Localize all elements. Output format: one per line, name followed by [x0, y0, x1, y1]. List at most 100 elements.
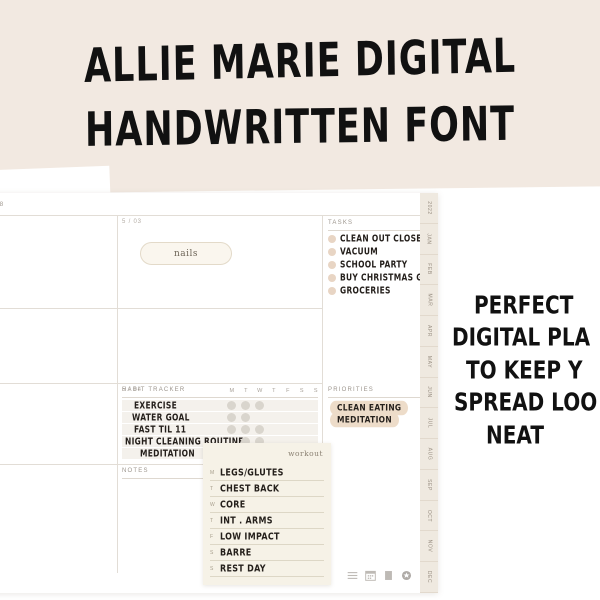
day-event-bubble[interactable]: nails	[140, 242, 232, 265]
day-cell-date: 5 / 03	[122, 219, 142, 225]
task-item[interactable]: SCHOOL PARTY	[328, 259, 408, 270]
habit-tracker-label: HABIT TRACKER	[122, 387, 186, 393]
workout-day: S	[210, 549, 214, 556]
task-label: CLEAN OUT CLOSETS	[340, 232, 433, 245]
promo-line-3: TO KEEP Y	[466, 354, 583, 385]
tasks-label: TASKS	[328, 220, 354, 226]
task-checkbox[interactable]	[328, 260, 336, 269]
promo-line-2: DIGITAL PLA	[452, 322, 591, 353]
month-tab-label: APR	[426, 324, 432, 337]
month-tab-jun[interactable]: JUN	[420, 378, 438, 409]
month-tab-label: NOV	[425, 539, 432, 553]
workout-text: LOW IMPACT	[220, 530, 280, 543]
habit-dot[interactable]	[227, 425, 236, 434]
month-tab-jan[interactable]: JAN	[420, 224, 438, 255]
month-tab-label: JUN	[426, 386, 432, 399]
workout-row[interactable]: M LEGS/GLUTES	[210, 465, 324, 481]
grid-rule	[117, 383, 322, 384]
month-tab-label: 2022	[426, 201, 432, 215]
planner-header: MBER 2022 WEEK 48	[0, 193, 438, 215]
task-item[interactable]: CLEAN OUT CLOSETS	[328, 232, 433, 245]
sticker-icon[interactable]	[401, 570, 412, 581]
habit-day-header: T	[244, 388, 248, 394]
month-tab-label: AUG	[425, 447, 432, 461]
month-tab-label: MAY	[425, 355, 432, 368]
habit-row[interactable]: WATER GOAL	[122, 412, 318, 423]
habit-day-header: S	[313, 388, 319, 394]
habit-dot[interactable]	[255, 425, 264, 434]
month-tab-label: OCT	[425, 509, 432, 522]
habit-dot[interactable]	[227, 401, 236, 410]
habit-day-header: M	[229, 388, 235, 394]
headline-line-2: HANDWRITTEN FONT	[84, 97, 516, 159]
habit-dot[interactable]	[241, 401, 250, 410]
workout-text: REST DAY	[220, 562, 266, 575]
workout-day: W	[210, 501, 215, 508]
habit-row[interactable]: EXERCISE	[122, 400, 318, 411]
month-tab-label: SEP	[426, 478, 432, 491]
month-tab-aug[interactable]: AUG	[420, 439, 438, 470]
month-tab-oct[interactable]: OCT	[420, 501, 438, 532]
month-tab-label: MAR	[425, 293, 432, 307]
workout-text: CHEST BACK	[220, 482, 280, 495]
month-tab-mar[interactable]: MAR	[420, 285, 438, 317]
workout-row[interactable]: T CHEST BACK	[210, 481, 324, 497]
month-tab-label: DEC	[425, 570, 432, 584]
habit-tracker-rule	[122, 397, 318, 398]
grid-rule	[0, 308, 322, 309]
grid-rule	[0, 215, 438, 216]
workout-sticky-note[interactable]: workout M LEGS/GLUTES T CHEST BACK W COR…	[203, 443, 331, 585]
month-tab-may[interactable]: MAY	[420, 347, 438, 378]
day-event-label: nails	[173, 248, 199, 259]
task-item[interactable]: GROCERIES	[328, 285, 391, 296]
habit-name: WATER GOAL	[132, 411, 190, 424]
priorities-label: PRIORITIES	[328, 387, 375, 393]
habit-day-header: S	[299, 388, 305, 394]
habit-dot[interactable]	[241, 425, 250, 434]
month-tab-feb[interactable]: FEB	[420, 255, 438, 286]
task-checkbox[interactable]	[328, 286, 336, 295]
habit-day-headers: M T W T F S S	[225, 388, 323, 394]
task-item[interactable]: VACUUM	[328, 245, 379, 258]
month-tab-label: JAN	[426, 233, 432, 245]
workout-text: BARRE	[220, 546, 252, 559]
calendar-icon[interactable]	[365, 570, 376, 581]
month-tab-nov[interactable]: NOV	[420, 531, 438, 563]
workout-row[interactable]: W CORE	[210, 497, 324, 513]
priority-item[interactable]: MEDITATION	[330, 412, 399, 428]
month-tab-apr[interactable]: APR	[420, 316, 438, 347]
task-checkbox[interactable]	[328, 273, 336, 282]
task-checkbox[interactable]	[328, 247, 336, 256]
month-tab-label: FEB	[426, 263, 432, 276]
month-tab-sep[interactable]: SEP	[420, 470, 438, 501]
tasks-rule	[328, 230, 432, 231]
habit-dot[interactable]	[241, 413, 250, 422]
habit-dot[interactable]	[227, 413, 236, 422]
month-tab-dec[interactable]: DEC	[420, 562, 438, 593]
task-label: VACUUM	[340, 245, 379, 258]
workout-row[interactable]: F LOW IMPACT	[210, 529, 324, 545]
workout-text: INT . ARMS	[220, 514, 273, 527]
page-icon[interactable]	[383, 570, 394, 581]
list-icon[interactable]	[347, 570, 358, 581]
habit-day-header: W	[257, 388, 263, 394]
habit-day-header: F	[286, 388, 290, 394]
promo-line-1: PERFECT	[474, 289, 574, 320]
grid-rule	[117, 215, 118, 573]
workout-row[interactable]: S REST DAY	[210, 561, 324, 577]
workout-row[interactable]: S BARRE	[210, 545, 324, 561]
workout-day: M	[210, 469, 215, 476]
month-tab-2022[interactable]: 2022	[420, 193, 438, 224]
habit-row[interactable]: FAST TIL 11	[122, 424, 318, 435]
habit-day-header: T	[272, 388, 276, 394]
month-tab-jul[interactable]: JUL	[420, 408, 438, 440]
workout-day: S	[210, 565, 214, 572]
habit-dot[interactable]	[255, 401, 264, 410]
task-checkbox[interactable]	[328, 234, 336, 243]
promo-text-block: PERFECT DIGITAL PLA TO KEEP Y SPREAD LOO…	[452, 289, 600, 454]
workout-note-title: workout	[288, 449, 323, 458]
workout-row[interactable]: T INT . ARMS	[210, 513, 324, 529]
promo-line-4: SPREAD LOO	[454, 387, 598, 418]
grid-rule	[0, 464, 117, 465]
promo-line-5: NEAT	[486, 419, 544, 450]
